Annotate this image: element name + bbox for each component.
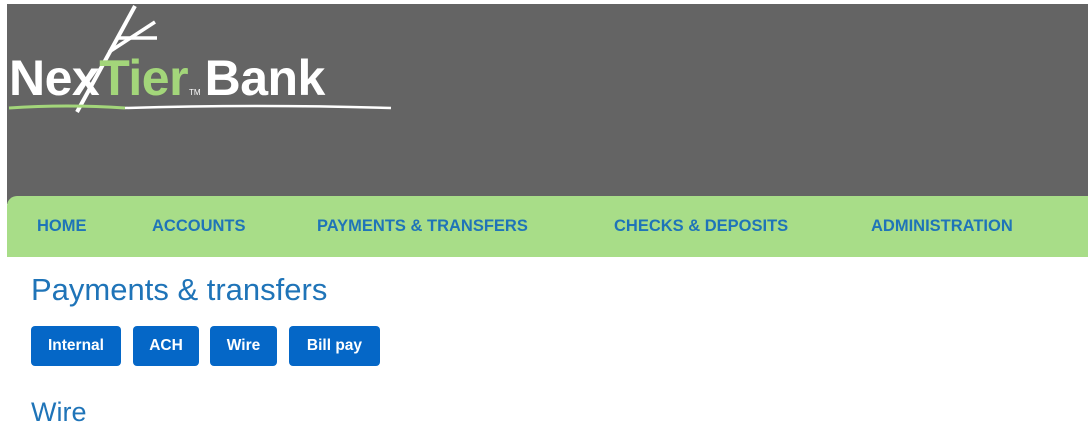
logo-text-nex: Nex	[9, 50, 100, 106]
nav-item-home[interactable]: HOME	[37, 217, 87, 236]
logo-text-tier: Tier	[99, 50, 189, 106]
page: NexTierTMBank HOME ACCOUNTS PAYMENTS & T…	[0, 0, 1088, 431]
site-header: NexTierTMBank	[7, 4, 1088, 204]
nav-item-checks-deposits[interactable]: CHECKS & DEPOSITS	[614, 217, 788, 236]
nav-item-payments-transfers[interactable]: PAYMENTS & TRANSFERS	[317, 217, 528, 236]
nav-item-accounts[interactable]: ACCOUNTS	[152, 217, 246, 236]
tab-bill-pay-button[interactable]: Bill pay	[289, 326, 380, 366]
section-title-wire: Wire	[31, 397, 87, 427]
tab-wire-button[interactable]: Wire	[210, 326, 277, 366]
logo-trademark: TM	[189, 88, 201, 97]
tab-ach-button[interactable]: ACH	[133, 326, 199, 366]
main-nav: HOME ACCOUNTS PAYMENTS & TRANSFERS CHECK…	[7, 196, 1088, 257]
tab-internal-button[interactable]: Internal	[31, 326, 121, 366]
nextier-bank-logo[interactable]: NexTierTMBank	[7, 4, 407, 129]
nav-item-administration[interactable]: ADMINISTRATION	[871, 217, 1013, 236]
logo-text-bank: Bank	[204, 50, 326, 106]
logo-wordmark: NexTierTMBank	[9, 48, 325, 123]
page-title: Payments & transfers	[31, 272, 328, 307]
